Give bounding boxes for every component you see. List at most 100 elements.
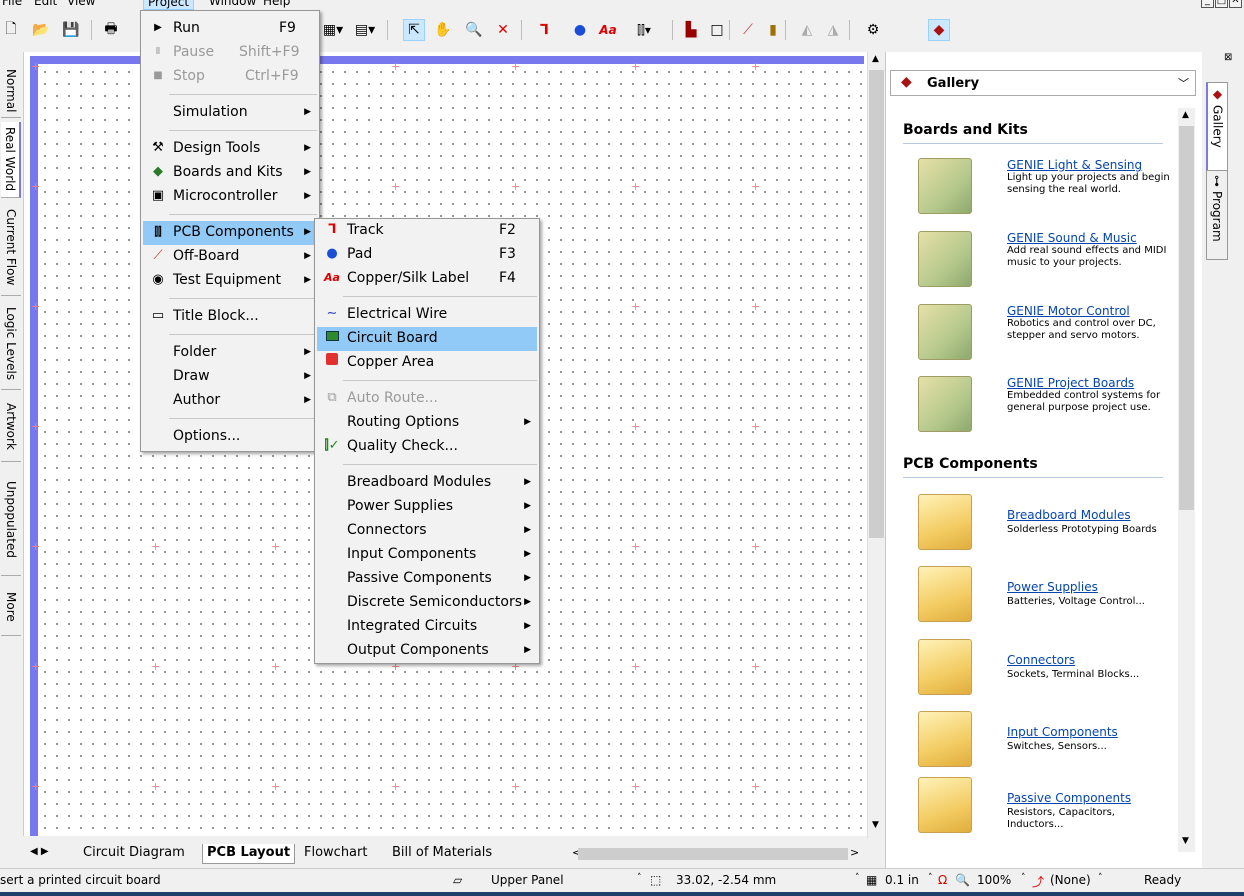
caret-up-icon[interactable]: ˄: [855, 873, 860, 883]
menu-edit[interactable]: Edit: [30, 0, 61, 10]
menu-item-auto-route[interactable]: ⧉ Auto Route...: [317, 387, 537, 411]
horizontal-scrollbar-thumb[interactable]: [578, 848, 848, 860]
scroll-up-icon[interactable]: ▲: [1182, 110, 1189, 120]
tab-artwork[interactable]: Artwork: [1, 392, 21, 462]
new-icon[interactable]: 🗋: [0, 19, 22, 41]
scroll-up-icon[interactable]: ▲: [872, 54, 879, 64]
scroll-down-icon[interactable]: ▼: [872, 820, 879, 830]
canvas-vertical-scrollbar[interactable]: ▲ ▼: [867, 52, 885, 838]
hscroll-right-icon[interactable]: >: [850, 846, 859, 859]
track-icon[interactable]: ⅂: [533, 19, 555, 41]
menu-item-draw[interactable]: Draw ▶: [143, 365, 317, 389]
menu-project[interactable]: Project: [143, 0, 195, 10]
menu-item-electrical-wire[interactable]: ∼ Electrical Wire: [317, 303, 537, 327]
flip-icon[interactable]: ◭: [796, 19, 818, 41]
caret-up-icon[interactable]: ˄: [1098, 873, 1103, 883]
menu-item-boards-and-kits[interactable]: ◆ Boards and Kits ▶: [143, 161, 317, 185]
menu-item-author[interactable]: Author ▶: [143, 389, 317, 413]
menu-item-discrete-semiconductors[interactable]: Discrete Semiconductors ▶: [317, 591, 537, 615]
gallery-item[interactable]: Breadboard Modules Solderless Prototypin…: [918, 494, 1178, 560]
menu-item-test-equipment[interactable]: ◉ Test Equipment ▶: [143, 269, 317, 293]
menu-item-output-components[interactable]: Output Components ▶: [317, 639, 537, 663]
components-icon[interactable]: ⚙: [862, 19, 884, 41]
menu-item-copper-area[interactable]: Copper Area: [317, 351, 537, 375]
tab-more[interactable]: More: [1, 578, 21, 636]
menu-item-circuit-board[interactable]: Circuit Board: [317, 327, 537, 351]
gallery-item[interactable]: Input Components Switches, Sensors...: [918, 711, 1178, 777]
gallery-item[interactable]: GENIE Light & Sensing Light up your proj…: [918, 158, 1178, 224]
menu-item-quality-check[interactable]: ⫿✓ Quality Check...: [317, 435, 537, 459]
gallery-link[interactable]: Connectors: [1007, 653, 1075, 667]
align-dropdown-icon[interactable]: ▤▾: [350, 19, 380, 41]
menu-item-simulation[interactable]: Simulation ▶: [143, 101, 317, 125]
menu-view[interactable]: View: [63, 0, 99, 10]
menu-help[interactable]: Help: [259, 0, 294, 10]
gallery-item[interactable]: Connectors Sockets, Terminal Blocks...: [918, 639, 1178, 705]
menu-item-design-tools[interactable]: ⚒ Design Tools ▶: [143, 137, 317, 161]
tab-bill-of-materials[interactable]: Bill of Materials: [388, 844, 496, 864]
print-icon[interactable]: 🖶: [100, 19, 122, 41]
tab-flowchart[interactable]: Flowchart: [300, 844, 371, 864]
tab-logic-levels[interactable]: Logic Levels: [1, 298, 21, 390]
insert-dropdown-icon[interactable]: ▦▾: [318, 19, 348, 41]
label-icon[interactable]: Aa: [597, 19, 619, 41]
tab-program[interactable]: ⊶ Program: [1206, 170, 1228, 260]
menu-item-pause[interactable]: Ⅱ Pause Shift+F9: [143, 41, 317, 65]
chevron-down-icon[interactable]: ﹀: [1178, 75, 1189, 91]
gallery-link[interactable]: Passive Components: [1007, 791, 1131, 805]
tab-pcb-layout[interactable]: PCB Layout: [202, 844, 296, 864]
menu-item-stop[interactable]: ■ Stop Ctrl+F9: [143, 65, 317, 89]
gallery-link[interactable]: GENIE Sound & Music: [1007, 231, 1137, 245]
menu-item-pad[interactable]: ● Pad F3: [317, 243, 537, 267]
menu-item-title-block[interactable]: ▭ Title Block...: [143, 305, 317, 329]
menu-item-microcontroller[interactable]: ▣ Microcontroller ▶: [143, 185, 317, 209]
menu-item-routing-options[interactable]: Routing Options ▶: [317, 411, 537, 435]
gallery-item[interactable]: GENIE Project Boards Embedded control sy…: [918, 376, 1178, 442]
caret-up-icon[interactable]: ˄: [928, 873, 933, 883]
gallery-item[interactable]: GENIE Sound & Music Add real sound effec…: [918, 231, 1178, 297]
gallery-link[interactable]: GENIE Project Boards: [1007, 376, 1134, 390]
gallery-icon[interactable]: ◆: [928, 19, 950, 41]
save-icon[interactable]: 💾: [60, 19, 82, 41]
zoom-icon[interactable]: 🔍: [463, 19, 485, 41]
menu-item-connectors[interactable]: Connectors ▶: [317, 519, 537, 543]
menu-item-options[interactable]: Options...: [143, 425, 317, 449]
graph-icon[interactable]: ▮: [762, 19, 784, 41]
menu-item-folder[interactable]: Folder ▶: [143, 341, 317, 365]
panel-close-icon[interactable]: ⊠: [1224, 52, 1232, 63]
menu-item-off-board[interactable]: ⟋ Off-Board ▶: [143, 245, 317, 269]
gallery-scrollbar[interactable]: ▲ ▼: [1178, 108, 1195, 852]
gallery-item[interactable]: Passive Components Resistors, Capacitors…: [918, 777, 1178, 843]
tab-real-world[interactable]: Real World: [1, 122, 21, 198]
menu-item-power-supplies[interactable]: Power Supplies ▶: [317, 495, 537, 519]
tab-current-flow[interactable]: Current Flow: [1, 200, 21, 296]
gallery-item[interactable]: Power Supplies Batteries, Voltage Contro…: [918, 566, 1178, 632]
open-icon[interactable]: 📂: [30, 19, 52, 41]
menu-item-run[interactable]: ▶ Run F9: [143, 17, 317, 41]
gallery-link[interactable]: Input Components: [1007, 725, 1118, 739]
probe-icon[interactable]: ⟋: [737, 19, 759, 41]
rotate-icon[interactable]: ◮: [822, 19, 844, 41]
scroll-down-icon[interactable]: ▼: [1182, 836, 1189, 846]
menu-item-copper-silk-label[interactable]: Aa Copper/Silk Label F4: [317, 267, 537, 291]
caret-up-icon[interactable]: ˄: [637, 873, 642, 883]
menu-item-track[interactable]: ⅂ Track F2: [317, 219, 537, 243]
pcb-components-dropdown-icon[interactable]: ⫿⫿▾: [627, 19, 661, 41]
menu-item-input-components[interactable]: Input Components ▶: [317, 543, 537, 567]
close-icon[interactable]: ✕: [1229, 0, 1242, 8]
select-icon[interactable]: ⇱: [403, 19, 425, 41]
minimize-icon[interactable]: _: [1201, 0, 1214, 8]
tab-circuit-diagram[interactable]: Circuit Diagram: [79, 844, 189, 864]
rectangle-icon[interactable]: □: [706, 19, 728, 41]
gallery-link[interactable]: Breadboard Modules: [1007, 508, 1131, 522]
tab-normal[interactable]: Normal: [1, 64, 21, 118]
menu-item-passive-components[interactable]: Passive Components ▶: [317, 567, 537, 591]
gallery-link[interactable]: Power Supplies: [1007, 580, 1098, 594]
gallery-link[interactable]: GENIE Motor Control: [1007, 304, 1130, 318]
menu-window[interactable]: Window: [205, 0, 260, 10]
menu-item-integrated-circuits[interactable]: Integrated Circuits ▶: [317, 615, 537, 639]
pad-icon[interactable]: ●: [569, 19, 591, 41]
menu-file[interactable]: File: [0, 0, 26, 10]
menu-item-pcb-components[interactable]: ⫿⫿ PCB Components ▶: [143, 221, 317, 245]
gallery-item[interactable]: GENIE Motor Control Robotics and control…: [918, 304, 1178, 370]
